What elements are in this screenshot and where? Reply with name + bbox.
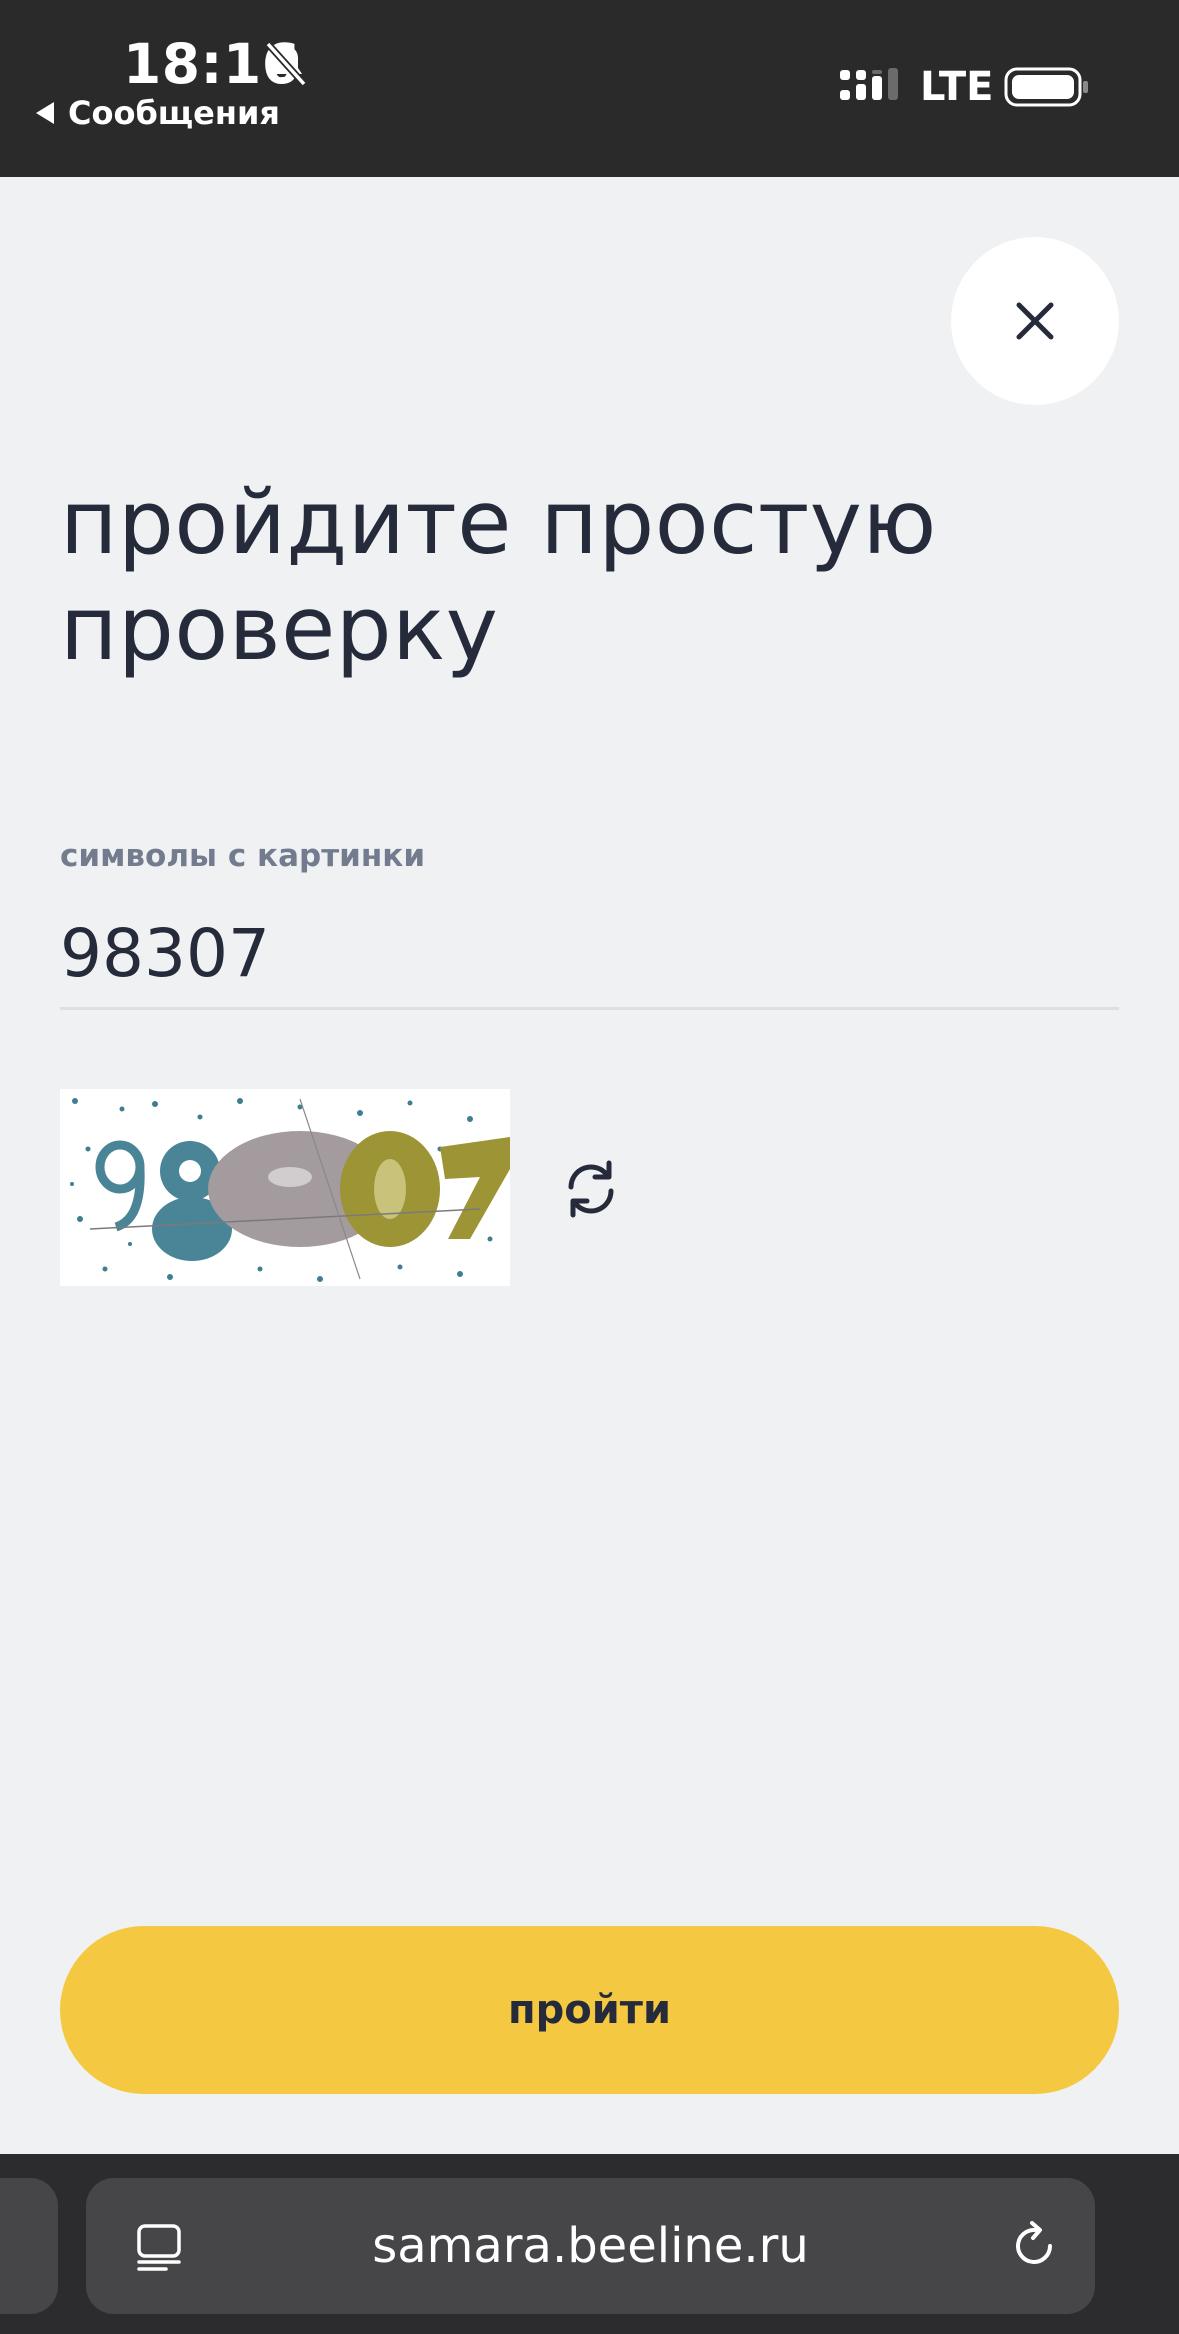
back-arrow-icon bbox=[36, 102, 54, 124]
bell-muted-icon bbox=[265, 41, 307, 87]
reload-icon[interactable] bbox=[1006, 2218, 1062, 2274]
url-text: samara.beeline.ru bbox=[372, 2218, 809, 2274]
back-label: Сообщения bbox=[68, 94, 280, 132]
submit-button[interactable]: пройти bbox=[60, 1926, 1119, 2094]
page-title: пройдите простую проверку bbox=[60, 471, 937, 680]
captcha-field-label: символы с картинки bbox=[60, 838, 426, 874]
back-to-messages-link[interactable]: Сообщения bbox=[36, 94, 280, 132]
refresh-icon bbox=[568, 1160, 614, 1218]
captcha-input[interactable] bbox=[60, 900, 1119, 1010]
battery-icon bbox=[1004, 67, 1088, 107]
captcha-image bbox=[60, 1089, 510, 1286]
browser-bottom-bar: samara.beeline.ru bbox=[0, 2154, 1179, 2334]
status-bar: 18:16 Сообщения LTE bbox=[0, 0, 1179, 177]
close-icon bbox=[1016, 302, 1054, 340]
refresh-captcha-button[interactable] bbox=[556, 1154, 626, 1224]
cellular-signal-icon bbox=[840, 68, 898, 100]
previous-tab[interactable] bbox=[0, 2178, 58, 2314]
close-button[interactable] bbox=[951, 237, 1119, 405]
address-bar[interactable]: samara.beeline.ru bbox=[86, 2178, 1095, 2314]
network-type-label: LTE bbox=[920, 64, 994, 110]
